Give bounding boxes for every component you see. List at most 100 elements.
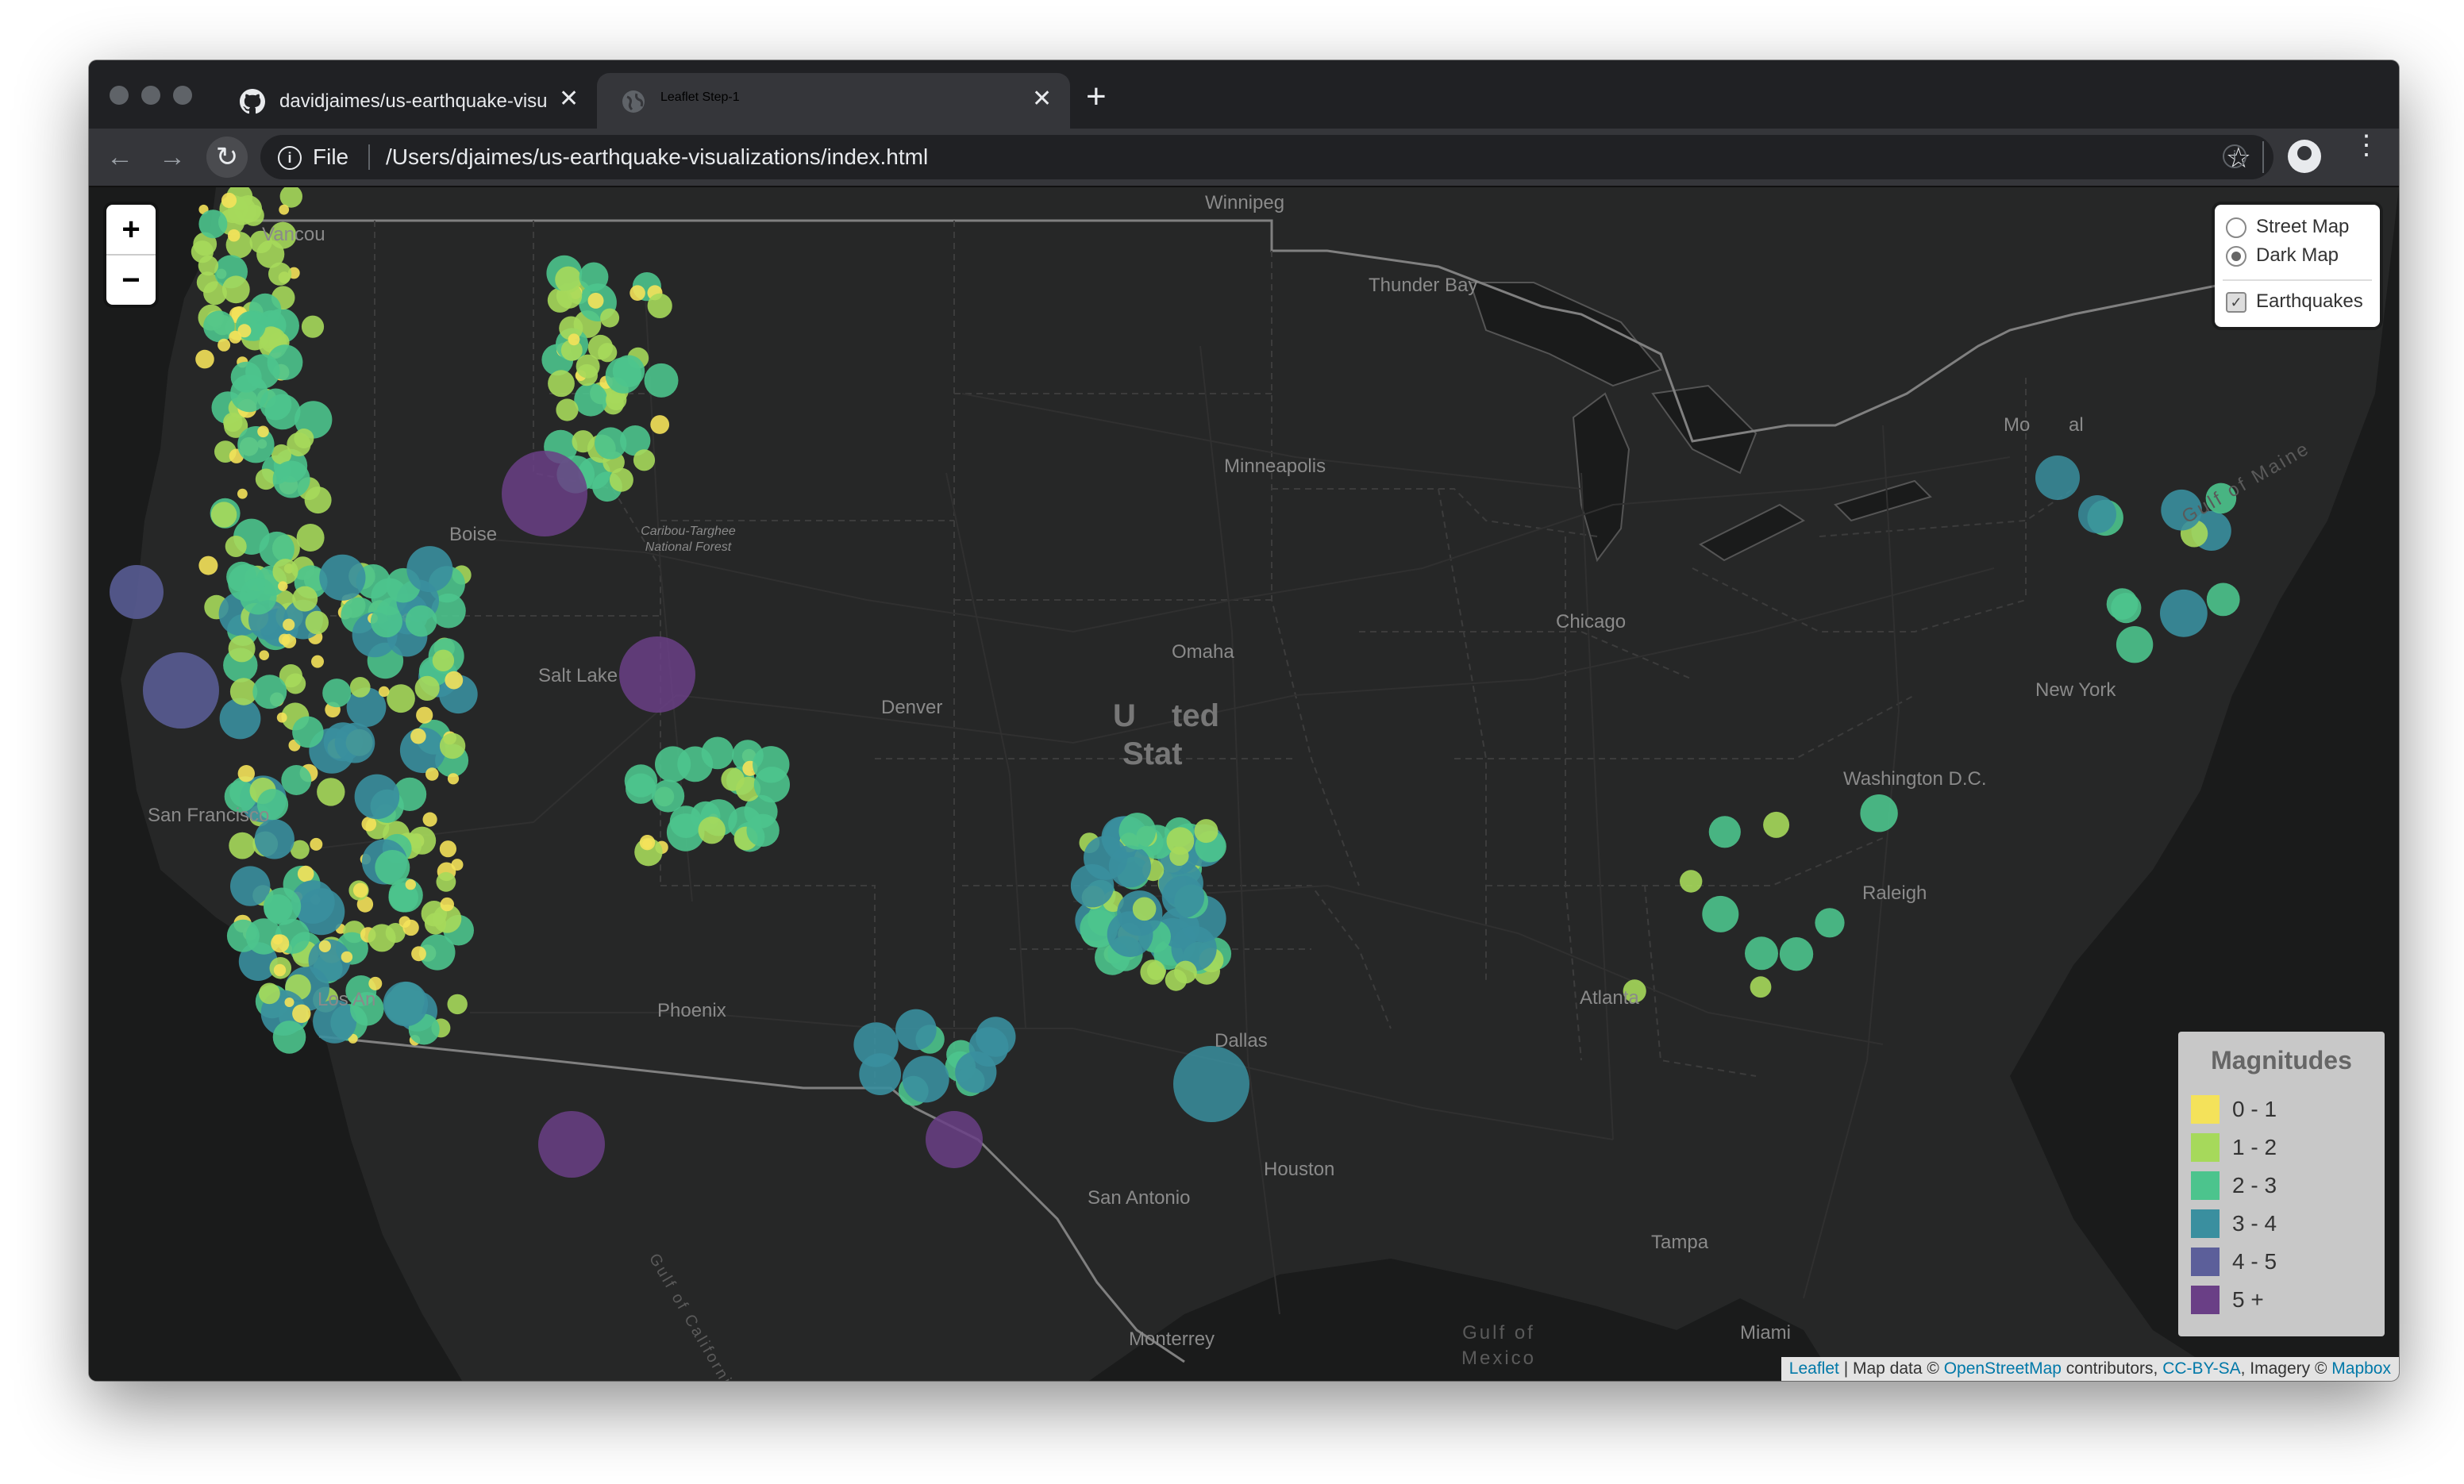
- earthquake-marker[interactable]: [753, 746, 790, 783]
- leaflet-link[interactable]: Leaflet: [1789, 1359, 1839, 1378]
- earthquake-marker[interactable]: [1702, 895, 1739, 932]
- earthquake-marker[interactable]: [352, 882, 368, 898]
- earthquake-marker[interactable]: [143, 652, 219, 729]
- earthquake-marker[interactable]: [440, 897, 454, 912]
- earthquake-marker[interactable]: [574, 383, 608, 417]
- earthquake-marker[interactable]: [273, 963, 287, 977]
- earthquake-marker[interactable]: [853, 1022, 899, 1067]
- earthquake-marker[interactable]: [278, 581, 288, 591]
- earthquake-marker[interactable]: [579, 262, 609, 292]
- earthquake-marker[interactable]: [198, 256, 219, 276]
- earthquake-marker[interactable]: [387, 684, 415, 713]
- earthquake-marker[interactable]: [252, 675, 287, 709]
- earthquake-marker[interactable]: [1132, 897, 1157, 921]
- earthquake-marker[interactable]: [416, 706, 433, 724]
- new-tab-button[interactable]: +: [1086, 79, 1107, 114]
- close-icon[interactable]: ✕: [559, 87, 579, 111]
- earthquake-marker[interactable]: [301, 315, 325, 338]
- earthquake-marker[interactable]: [237, 324, 252, 338]
- earthquake-marker[interactable]: [2160, 589, 2208, 637]
- close-window-button[interactable]: [110, 86, 129, 105]
- earthquake-marker[interactable]: [1194, 819, 1219, 844]
- earthquake-marker[interactable]: [257, 425, 269, 438]
- earthquake-marker[interactable]: [227, 229, 241, 242]
- earthquake-marker[interactable]: [370, 606, 402, 638]
- zoom-out-button[interactable]: −: [106, 256, 156, 305]
- earthquake-marker[interactable]: [259, 650, 269, 660]
- earthquake-marker[interactable]: [2111, 593, 2142, 624]
- earthquake-marker[interactable]: [439, 732, 466, 759]
- earthquake-marker[interactable]: [633, 449, 656, 471]
- earthquake-marker[interactable]: [297, 865, 314, 882]
- earthquake-marker[interactable]: [439, 840, 456, 858]
- earthquake-marker[interactable]: [1161, 875, 1205, 918]
- earthquake-marker[interactable]: [240, 577, 277, 615]
- earthquake-marker[interactable]: [198, 210, 228, 239]
- earthquake-marker[interactable]: [259, 982, 280, 1005]
- earthquake-marker[interactable]: [272, 1021, 306, 1054]
- minimize-window-button[interactable]: [141, 86, 160, 105]
- earthquake-marker[interactable]: [210, 502, 237, 528]
- earthquake-marker[interactable]: [272, 934, 283, 945]
- earthquake-marker[interactable]: [650, 415, 670, 434]
- earthquake-marker[interactable]: [408, 826, 437, 855]
- info-icon[interactable]: i: [278, 146, 302, 170]
- earthquake-marker[interactable]: [1118, 813, 1157, 850]
- earthquake-marker[interactable]: [237, 488, 248, 499]
- earthquake-marker[interactable]: [624, 764, 658, 798]
- earthquake-marker[interactable]: [296, 524, 325, 552]
- earthquake-marker[interactable]: [1165, 969, 1188, 991]
- earthquake-marker[interactable]: [432, 649, 455, 671]
- earthquake-marker[interactable]: [287, 432, 311, 457]
- earthquake-marker[interactable]: [1763, 811, 1790, 838]
- earthquake-marker[interactable]: [2206, 582, 2240, 617]
- earthquake-marker[interactable]: [2078, 495, 2116, 533]
- earthquake-marker[interactable]: [568, 333, 580, 346]
- earthquake-marker[interactable]: [264, 894, 293, 924]
- earthquake-marker[interactable]: [264, 394, 301, 430]
- earthquake-marker[interactable]: [538, 1111, 605, 1178]
- earthquake-marker[interactable]: [644, 363, 679, 398]
- earthquake-marker[interactable]: [322, 679, 352, 708]
- earthquake-marker[interactable]: [406, 546, 453, 593]
- mapbox-link[interactable]: Mapbox: [2331, 1359, 2391, 1378]
- earthquake-marker[interactable]: [572, 430, 595, 453]
- earthquake-marker[interactable]: [955, 1051, 997, 1094]
- earthquake-marker[interactable]: [598, 343, 618, 363]
- earthquake-marker[interactable]: [279, 187, 302, 208]
- checkbox[interactable]: ✓: [2226, 292, 2246, 313]
- forward-arrow-icon[interactable]: →: [159, 143, 186, 171]
- earthquake-marker[interactable]: [655, 746, 691, 782]
- zoom-in-button[interactable]: +: [106, 205, 156, 256]
- earthquake-marker[interactable]: [334, 722, 375, 763]
- profile-avatar-icon[interactable]: [2288, 140, 2321, 173]
- earthquake-marker[interactable]: [398, 916, 411, 928]
- earthquake-marker[interactable]: [926, 1111, 983, 1168]
- menu-dots-icon[interactable]: ⋮: [2353, 132, 2380, 159]
- earthquake-marker[interactable]: [1750, 976, 1772, 998]
- earthquake-marker[interactable]: [225, 536, 247, 557]
- earthquake-marker[interactable]: [379, 686, 390, 698]
- earthquake-marker[interactable]: [383, 981, 429, 1027]
- earthquake-marker[interactable]: [647, 293, 672, 318]
- license-link[interactable]: CC-BY-SA: [2162, 1359, 2240, 1378]
- earthquake-marker[interactable]: [195, 349, 214, 369]
- earthquake-marker[interactable]: [368, 924, 396, 952]
- earthquake-marker[interactable]: [1779, 937, 1814, 971]
- earthquake-marker[interactable]: [414, 675, 440, 702]
- earthquake-marker[interactable]: [405, 878, 416, 890]
- earthquake-marker[interactable]: [619, 636, 695, 713]
- earthquake-marker[interactable]: [230, 374, 268, 413]
- extension-icon[interactable]: i: [2223, 144, 2246, 168]
- earthquake-marker[interactable]: [895, 1009, 937, 1051]
- earthquake-marker[interactable]: [279, 204, 290, 215]
- earthquake-marker[interactable]: [410, 728, 426, 744]
- earthquake-marker[interactable]: [354, 774, 400, 820]
- address-bar[interactable]: i File /Users/djaimes/us-earthquake-visu…: [260, 135, 2273, 179]
- earthquake-marker[interactable]: [283, 618, 295, 631]
- earthquake-marker[interactable]: [1815, 908, 1845, 938]
- earthquake-marker[interactable]: [276, 712, 287, 723]
- earthquake-marker[interactable]: [284, 998, 295, 1007]
- earthquake-marker[interactable]: [1173, 1046, 1249, 1122]
- earthquake-marker[interactable]: [292, 716, 324, 748]
